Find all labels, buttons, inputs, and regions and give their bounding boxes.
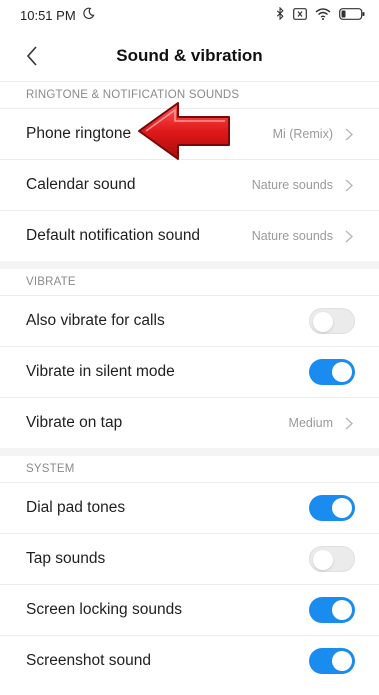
setting-calendar-sound[interactable]: Calendar sound Nature sounds [0,159,379,210]
chevron-right-icon [345,416,355,430]
page-header: Sound & vibration [0,30,379,82]
row-label: Vibrate on tap [26,414,123,431]
moon-icon [82,7,95,23]
row-label: Calendar sound [26,176,136,193]
status-time: 10:51 PM [20,7,76,23]
setting-also-vibrate-for-calls[interactable]: Also vibrate for calls [0,295,379,346]
bluetooth-icon [276,6,285,23]
toggle-switch[interactable] [309,308,355,334]
setting-vibrate-in-silent-mode[interactable]: Vibrate in silent mode [0,346,379,397]
toggle-switch[interactable] [309,648,355,674]
section-header-vibrate: VIBRATE [26,276,76,288]
page-title: Sound & vibration [116,45,263,65]
setting-phone-ringtone[interactable]: Phone ringtone Mi (Remix) [0,108,379,159]
battery-icon [339,7,365,23]
row-label: Tap sounds [26,550,106,567]
row-value: Mi (Remix) [272,127,333,141]
row-value: Nature sounds [251,178,333,192]
chevron-right-icon [345,127,355,141]
section-system: SYSTEM Dial pad tones Tap sounds Screen … [0,456,379,686]
setting-screenshot-sound[interactable]: Screenshot sound [0,635,379,686]
toggle-switch[interactable] [309,495,355,521]
status-icons [276,6,365,23]
section-header-ringtone: RINGTONE & NOTIFICATION SOUNDS [26,89,240,101]
row-value: Nature sounds [251,229,333,243]
setting-vibrate-on-tap[interactable]: Vibrate on tap Medium [0,397,379,448]
toggle-knob [332,498,352,518]
toggle-knob [313,312,333,332]
setting-screen-locking-sounds[interactable]: Screen locking sounds [0,584,379,635]
chevron-right-icon [345,229,355,243]
row-label: Phone ringtone [26,125,132,142]
status-left: 10:51 PM [20,7,95,23]
section-ringtone: RINGTONE & NOTIFICATION SOUNDS Phone rin… [0,82,379,261]
section-header-system: SYSTEM [26,463,75,475]
toggle-switch[interactable] [309,597,355,623]
row-value: Medium [288,416,333,430]
chevron-right-icon [345,178,355,192]
toggle-knob [313,550,333,570]
setting-tap-sounds[interactable]: Tap sounds [0,533,379,584]
back-button[interactable] [20,44,44,68]
setting-default-notification-sound[interactable]: Default notification sound Nature sounds [0,210,379,261]
back-icon [26,45,37,66]
row-label: Default notification sound [26,227,201,244]
setting-dial-pad-tones[interactable]: Dial pad tones [0,482,379,533]
section-divider [0,261,379,269]
section-vibrate: VIBRATE Also vibrate for calls Vibrate i… [0,269,379,448]
section-divider [0,448,379,456]
row-label: Dial pad tones [26,499,126,516]
toggle-knob [332,651,352,671]
status-bar: 10:51 PM [0,0,379,30]
row-label: Screen locking sounds [26,601,182,618]
sim-x-icon [293,7,307,23]
toggle-knob [332,362,352,382]
row-label: Vibrate in silent mode [26,363,175,380]
wifi-icon [315,7,331,23]
toggle-switch[interactable] [309,546,355,572]
toggle-knob [332,600,352,620]
row-label: Screenshot sound [26,652,151,669]
toggle-switch[interactable] [309,359,355,385]
row-label: Also vibrate for calls [26,312,165,329]
